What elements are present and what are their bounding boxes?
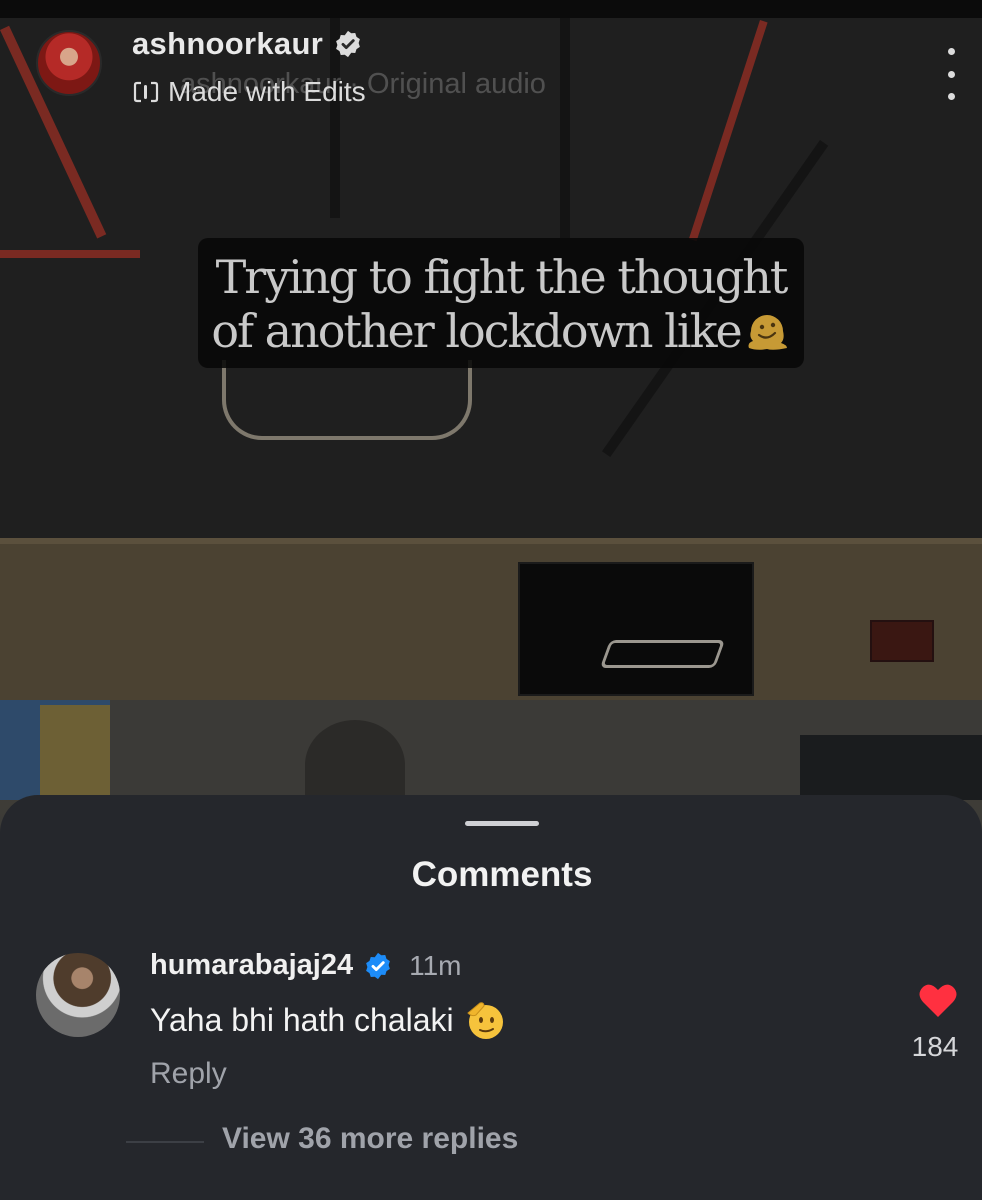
like-count: 184: [911, 1031, 959, 1062]
view-replies-button[interactable]: View 36 more replies: [0, 1120, 982, 1160]
wall-tv: [518, 562, 754, 696]
tv-reflection: [599, 640, 726, 668]
wall-clock: [870, 620, 934, 662]
comment-item: humarabajaj24 11m Yaha bhi hath chalaki …: [0, 945, 982, 1145]
replies-divider: [126, 1141, 204, 1143]
more-vertical-icon: [947, 93, 955, 100]
reply-button[interactable]: Reply: [150, 1057, 227, 1091]
verified-badge-icon: [336, 30, 360, 58]
wall-edge: [0, 538, 982, 544]
hexagon-light: [222, 360, 472, 440]
comment-header: humarabajaj24 11m: [150, 949, 462, 982]
melting-face-emoji-icon: [748, 315, 787, 350]
sheet-title: Comments: [411, 855, 593, 894]
red-pipe: [0, 250, 140, 258]
made-with-edits[interactable]: Made with Edits: [132, 76, 366, 108]
comment-text: Yaha bhi hath chalaki: [150, 999, 506, 1041]
view-replies-label[interactable]: View 36 more replies: [222, 1122, 518, 1156]
status-strip: [0, 0, 982, 18]
saluting-face-emoji-icon: [466, 1002, 503, 1039]
caption-sticker: Trying to fight the thought of another l…: [198, 238, 804, 368]
window: [800, 735, 982, 800]
comment-time: 11m: [409, 949, 462, 981]
commenter-avatar[interactable]: [36, 953, 120, 1037]
more-vertical-icon: [947, 48, 955, 55]
caption-line-2-text: of another lockdown like: [211, 304, 742, 358]
caption-line-1: Trying to fight the thought: [215, 250, 789, 304]
more-options-button[interactable]: [938, 44, 964, 104]
verified-badge-icon: [366, 952, 390, 979]
post-header: ashnoorkaur · Original audio ashnoorkaur…: [0, 18, 982, 118]
drag-handle[interactable]: [465, 821, 539, 826]
edits-app-icon: [133, 81, 159, 103]
username-text[interactable]: ashnoorkaur: [132, 26, 323, 62]
post-username[interactable]: ashnoorkaur: [132, 26, 363, 62]
edits-label: Made with Edits: [168, 76, 366, 107]
caption-line-2: of another lockdown like: [198, 304, 804, 358]
comments-sheet: Comments humarabajaj24 11m Yaha bhi hath…: [0, 795, 982, 1200]
avatar[interactable]: [36, 30, 102, 96]
yellow-panel: [40, 705, 110, 800]
more-vertical-icon: [947, 70, 955, 78]
commenter-username[interactable]: humarabajaj24: [150, 949, 353, 982]
comment-body: Yaha bhi hath chalaki: [150, 1001, 454, 1038]
heart-icon[interactable]: [918, 983, 958, 1019]
